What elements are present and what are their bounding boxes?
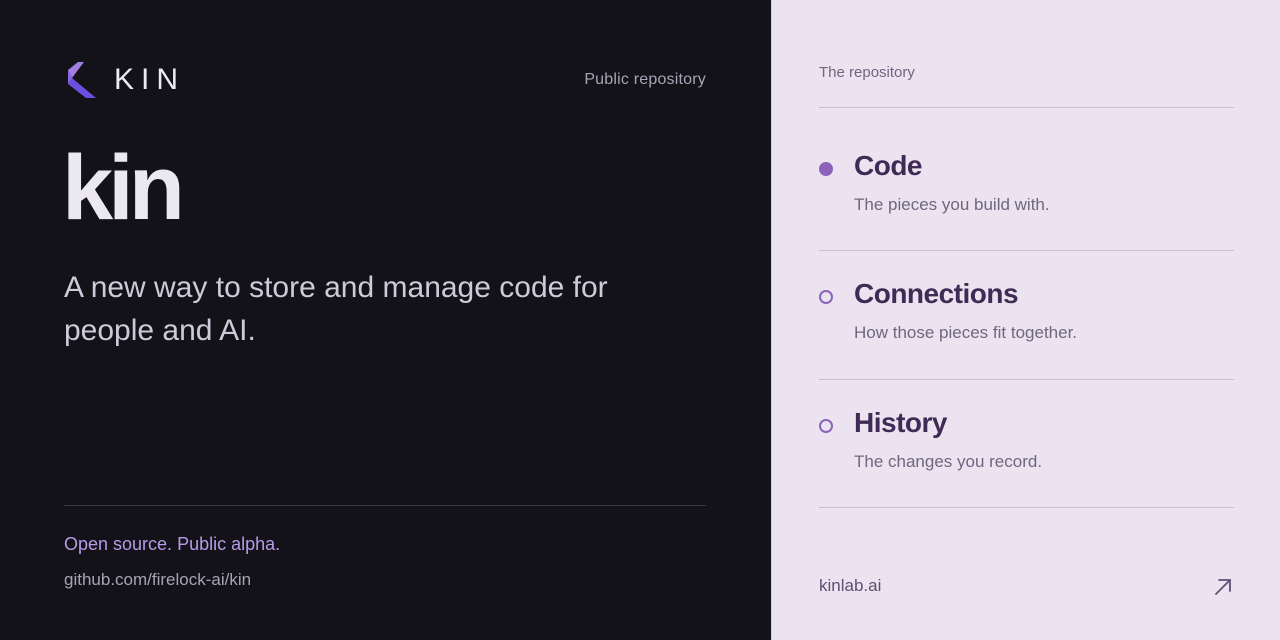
brand-name: KIN [114, 63, 186, 96]
right-panel: The repository Code The pieces you build… [771, 0, 1280, 640]
hero-title: kin [62, 137, 185, 239]
item-description: The changes you record. [854, 452, 1043, 471]
item-title: Connections [854, 278, 1019, 309]
item-description: The pieces you build with. [854, 195, 1050, 214]
divider [64, 505, 706, 506]
site-link[interactable]: kinlab.ai [819, 576, 881, 596]
divider [819, 379, 1234, 380]
status-text: Open source. Public alpha. [64, 534, 281, 554]
item-title: History [854, 407, 947, 438]
repo-url[interactable]: github.com/firelock-ai/kin [64, 570, 251, 590]
left-panel: KIN Public repository kin A new way to s… [0, 0, 771, 640]
brand[interactable]: KIN [68, 62, 185, 98]
divider [819, 250, 1234, 251]
public-repository-tag: Public repository [584, 71, 706, 88]
divider [819, 507, 1234, 508]
hero-subtitle: A new way to store and manage code for p… [64, 271, 608, 347]
item-title: Code [854, 150, 923, 181]
page: KIN Public repository kin A new way to s… [0, 0, 1280, 640]
open-circle-icon [819, 290, 833, 304]
item-description: How those pieces fit together. [854, 323, 1078, 342]
arrow-up-right-icon[interactable] [1212, 576, 1234, 598]
divider [819, 107, 1234, 108]
filled-circle-icon [819, 162, 833, 176]
kin-logo-icon [68, 62, 96, 98]
open-circle-icon [819, 419, 833, 433]
panel-label: The repository [819, 64, 915, 81]
